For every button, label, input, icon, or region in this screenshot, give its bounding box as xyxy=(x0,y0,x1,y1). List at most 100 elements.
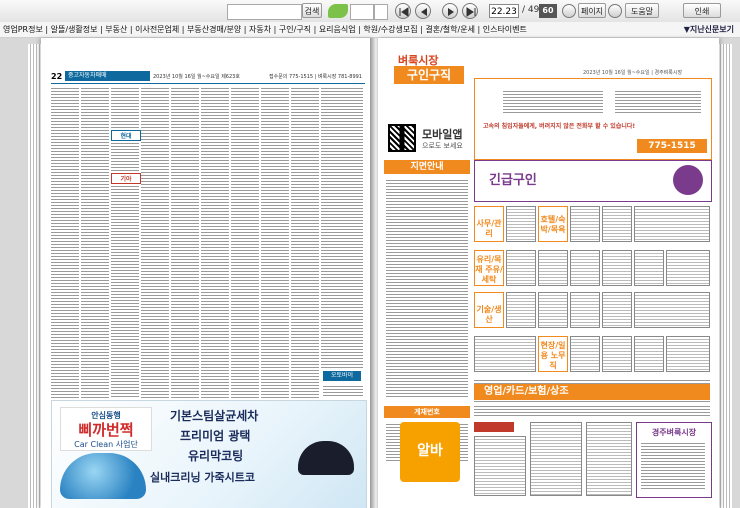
category-links[interactable]: 영업PR정보 | 알뜰/생활정보 | 부동산 | 이사전문업체 | 부동산경매/… xyxy=(3,24,527,35)
page-number: 22 xyxy=(51,72,63,81)
listing-cell xyxy=(570,250,600,286)
zoom-out-button[interactable] xyxy=(608,4,622,18)
category-navbar: 영업PR정보 | 알뜰/생활정보 | 부동산 | 이사전문업체 | 부동산경매/… xyxy=(0,22,740,38)
listing-cell xyxy=(570,292,600,328)
secondary-input[interactable] xyxy=(350,4,374,20)
category-glass[interactable]: 유리/목재 주유/세탁 xyxy=(474,250,504,286)
ad-subtitle: Car Clean 사업단 xyxy=(74,440,138,449)
listing-column xyxy=(81,86,109,398)
viewer-toolbar: 검색 22.23 / 49 60 페이지 도움말 인쇄 xyxy=(0,0,740,23)
ad-line-3: 유리막코팅 xyxy=(188,449,244,463)
leaf-icon[interactable] xyxy=(328,4,348,18)
listing-cell xyxy=(586,422,632,496)
category-tech[interactable]: 기술/생산 xyxy=(474,292,504,328)
tertiary-input[interactable] xyxy=(374,4,388,20)
index-title: 지면안내 xyxy=(384,160,470,174)
page-edge-right xyxy=(718,44,732,508)
avatar-icon xyxy=(673,165,703,195)
last-page-button[interactable] xyxy=(462,3,478,19)
right-header-info: 2023년 10월 16일 월~수요일 | 경주벼룩시장 xyxy=(583,70,683,76)
footer-brand-box: 경주벼룩시장 xyxy=(636,422,712,498)
search-button[interactable]: 검색 xyxy=(302,3,322,18)
info-text xyxy=(615,89,701,113)
page-number-input[interactable]: 22.23 xyxy=(489,4,519,18)
help-button[interactable]: 도움말 xyxy=(625,3,659,18)
listing-cell xyxy=(506,206,536,242)
category-hotel[interactable]: 호텔/숙박/목욕 xyxy=(538,206,568,242)
ad-company: 안심동행 xyxy=(91,411,121,420)
bottom-listings xyxy=(474,404,710,416)
listing-column xyxy=(321,86,363,368)
listing-cell xyxy=(634,206,710,242)
page-total: / 49 xyxy=(522,5,540,15)
zoom-in-button[interactable] xyxy=(562,4,576,18)
urgent-banner: 긴급구인 xyxy=(474,160,712,202)
listing-cell xyxy=(506,250,536,286)
app-sub: 으로도 보세요 xyxy=(422,142,463,150)
label-hyundai: 현대 xyxy=(111,130,141,141)
zoom-level: 60 xyxy=(539,4,557,18)
app-label: 모바일앱 xyxy=(422,128,463,141)
search-input[interactable] xyxy=(227,4,302,20)
info-text xyxy=(503,89,603,113)
listing-cell xyxy=(634,336,664,372)
listing-column xyxy=(51,86,79,398)
bottom-section-title: 영업/카드/보험/상조 xyxy=(484,386,569,397)
listing-cell xyxy=(602,336,632,372)
first-page-button[interactable] xyxy=(395,3,411,19)
header-info: 2023년 10월 16일 월~수요일 제623호 xyxy=(153,74,240,80)
listing-cell xyxy=(538,292,568,328)
listing-cell xyxy=(666,250,710,286)
header-phone: 접수문의 775-1515 | 벼룩시장 781-8991 xyxy=(269,74,362,80)
listing-cell xyxy=(530,422,582,496)
category-labor[interactable]: 현장/일용 노무직 xyxy=(538,336,568,372)
last-page-icon xyxy=(466,7,476,17)
car-clean-ad[interactable]: 안심동행 삐까번쩍 Car Clean 사업단 기본스팀살균세차 프리미엄 광택… xyxy=(51,400,367,508)
listing-cell xyxy=(602,292,632,328)
listing-cell xyxy=(570,336,600,372)
header-rule xyxy=(51,83,365,84)
next-page-icon xyxy=(448,8,454,16)
listing-cell xyxy=(602,206,632,242)
listing-column xyxy=(323,384,363,398)
ad-line-1: 기본스팀살균세차 xyxy=(170,409,259,423)
phone-badge: 775-1515 xyxy=(637,139,707,153)
category-office[interactable]: 사무/관리 xyxy=(474,206,504,242)
ad-brand-badge: 안심동행 삐까번쩍 Car Clean 사업단 xyxy=(60,407,152,451)
listing-column xyxy=(291,86,319,398)
listing-cell xyxy=(666,336,710,372)
listing-column xyxy=(111,184,139,398)
ad-line-2: 프리미엄 광택 xyxy=(180,429,251,443)
page-select-button[interactable]: 페이지 xyxy=(578,3,606,18)
right-page[interactable]: 벼룩시장 구인구직 모바일앱 으로도 보세요 2023년 10월 16일 월~수… xyxy=(378,38,719,508)
qr-code xyxy=(388,124,416,152)
page-edge-left xyxy=(28,44,42,508)
listing-cell xyxy=(506,292,536,328)
contact-title: 게재번호 xyxy=(384,406,470,418)
listing-column xyxy=(201,86,229,398)
bottom-section-bar: 영업/카드/보험/상조 xyxy=(474,384,710,400)
listing-column xyxy=(111,86,139,128)
listing-cell xyxy=(634,250,664,286)
car-illustration-2 xyxy=(298,441,354,475)
label-kia: 기아 xyxy=(111,173,141,184)
listing-cell xyxy=(538,250,568,286)
listing-column xyxy=(171,86,199,398)
sales-tag xyxy=(474,422,514,432)
print-button[interactable]: 인쇄 xyxy=(683,3,721,18)
listing-cell xyxy=(570,206,600,242)
past-issues-link[interactable]: ▼지난신문보기 xyxy=(684,24,734,35)
footer-text xyxy=(641,441,705,491)
prev-page-button[interactable] xyxy=(415,3,431,19)
listing-cell xyxy=(474,336,536,372)
listing-cell xyxy=(602,250,632,286)
alba-label: 알바 xyxy=(417,443,443,459)
info-box: 고속의 침입자들에게, 버려지지 않은 전화부 할 수 있습니다! 775-15… xyxy=(474,78,712,160)
notice-line: 고속의 침입자들에게, 버려지지 않은 전화부 할 수 있습니다! xyxy=(483,123,636,130)
left-page[interactable]: 22 중고자동차매매 2023년 10월 16일 월~수요일 제623호 접수문… xyxy=(41,38,374,508)
listing-cell xyxy=(634,292,710,328)
next-page-button[interactable] xyxy=(442,3,458,19)
footer-brand: 경주벼룩시장 xyxy=(651,428,697,437)
listing-column xyxy=(231,86,259,398)
prev-page-icon xyxy=(421,8,427,16)
